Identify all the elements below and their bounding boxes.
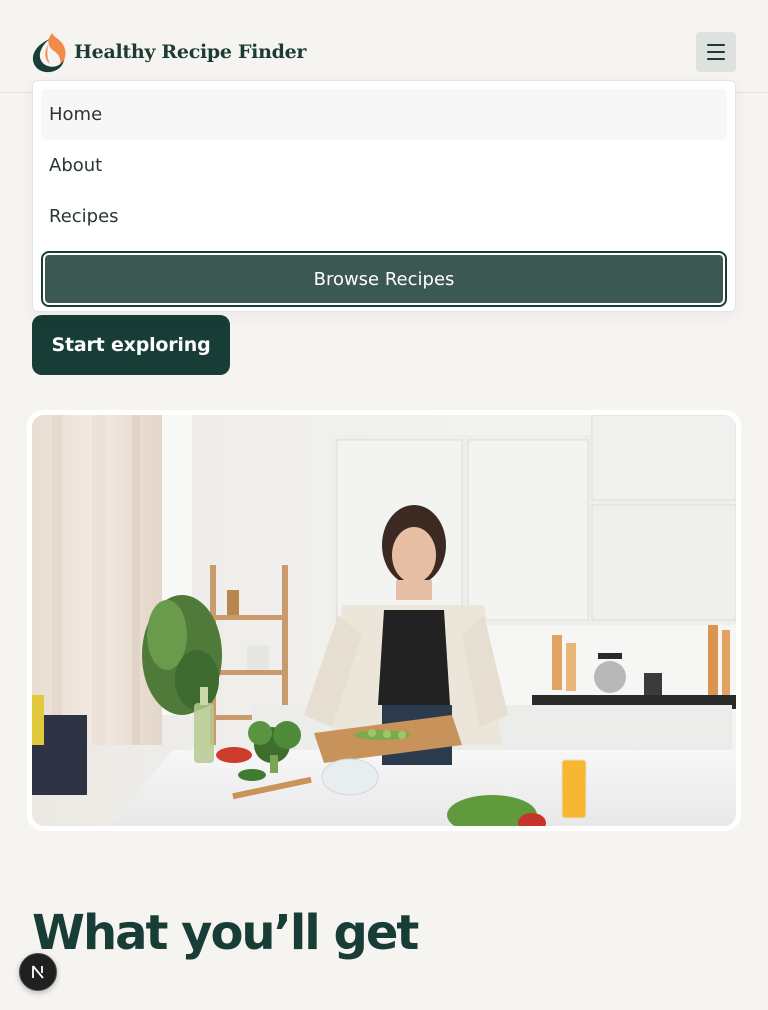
nav-dropdown-menu: Home About Recipes Browse Recipes [32, 80, 736, 312]
nav-item-recipes[interactable]: Recipes [41, 191, 727, 242]
nav-item-about[interactable]: About [41, 140, 727, 191]
menu-toggle-button[interactable] [696, 32, 736, 72]
section-title: What you’ll get [32, 905, 419, 961]
flame-leaf-icon [32, 33, 66, 73]
start-exploring-button[interactable]: Start exploring [32, 315, 230, 375]
nav-item-home[interactable]: Home [41, 89, 727, 140]
nextjs-badge-button[interactable] [19, 953, 57, 991]
hamburger-menu-icon [707, 44, 725, 46]
page: Healthy Recipe Finder Start exploring Wh… [0, 0, 768, 1010]
logo-link[interactable]: Healthy Recipe Finder [32, 31, 306, 73]
logo-text: Healthy Recipe Finder [74, 41, 307, 63]
hamburger-menu-icon-bar [707, 51, 725, 53]
hero-image [32, 415, 736, 826]
browse-recipes-button[interactable]: Browse Recipes [41, 251, 727, 307]
hamburger-menu-icon-bar [707, 58, 725, 60]
hero-image-frame [27, 410, 741, 831]
nextjs-n-icon [32, 965, 44, 979]
